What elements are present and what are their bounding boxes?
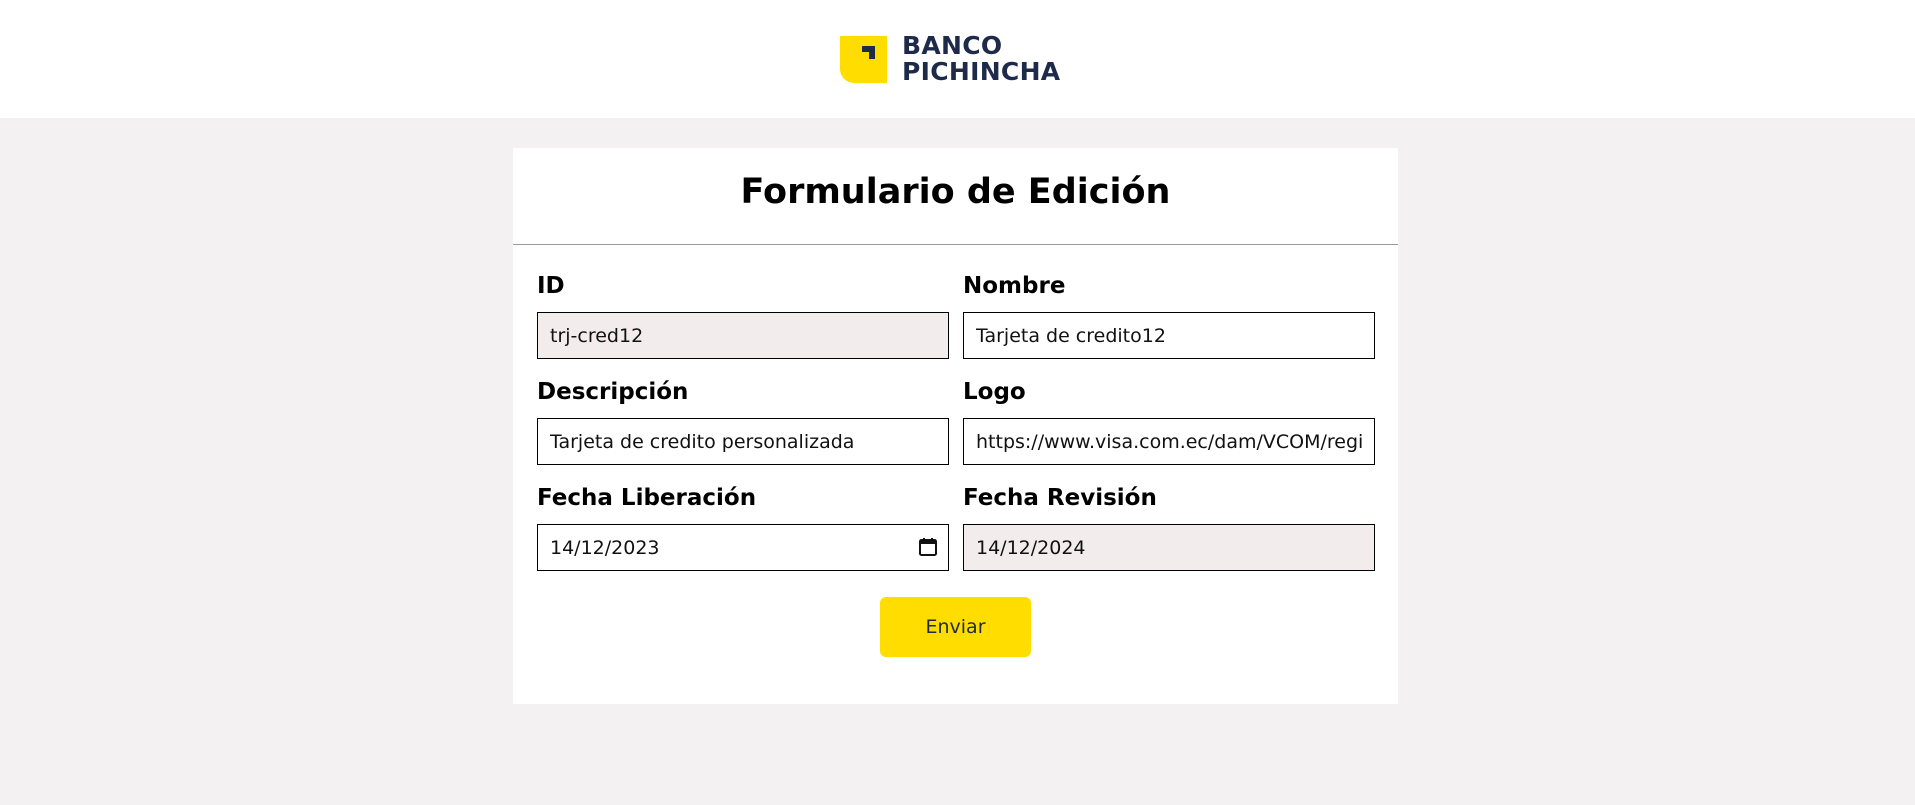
nombre-input-box	[963, 312, 1375, 359]
logo-mark-icon	[840, 35, 887, 83]
logo-label: Logo	[963, 379, 1026, 405]
fecha-revision-input-box	[963, 524, 1375, 571]
fecha-revision-input[interactable]	[964, 525, 1374, 570]
logo-field: Logo	[963, 378, 1375, 465]
descripcion-input-box	[537, 418, 949, 465]
edit-form-card: Formulario de Edición ID Nombre Descripc…	[513, 148, 1398, 704]
calendar-icon[interactable]	[918, 537, 938, 557]
fecha-liberacion-input[interactable]	[538, 525, 948, 570]
id-input-box	[537, 312, 949, 359]
nombre-field: Nombre	[963, 272, 1375, 359]
bank-logo[interactable]: BANCO PICHINCHA	[840, 33, 1060, 85]
page-header: BANCO PICHINCHA	[0, 0, 1915, 118]
logo-text: BANCO PICHINCHA	[902, 33, 1060, 85]
logo-input-box	[963, 418, 1375, 465]
submit-button[interactable]: Enviar	[880, 597, 1031, 657]
id-input[interactable]	[538, 313, 948, 358]
logo-text-line1: BANCO	[902, 31, 1003, 60]
fecha-liberacion-input-box	[537, 524, 949, 571]
descripcion-label: Descripción	[537, 379, 689, 405]
fecha-revision-field: Fecha Revisión	[963, 484, 1375, 571]
id-label: ID	[537, 273, 565, 299]
nombre-label: Nombre	[963, 273, 1066, 299]
title-divider	[513, 244, 1398, 245]
form-title: Formulario de Edición	[740, 172, 1171, 212]
nombre-input[interactable]	[964, 313, 1374, 358]
descripcion-input[interactable]	[538, 419, 948, 464]
logo-text-line2: PICHINCHA	[902, 57, 1061, 86]
fecha-revision-label: Fecha Revisión	[963, 485, 1157, 511]
logo-input[interactable]	[964, 419, 1374, 464]
fecha-liberacion-field: Fecha Liberación	[537, 484, 949, 571]
id-field: ID	[537, 272, 949, 359]
descripcion-field: Descripción	[537, 378, 949, 465]
fecha-liberacion-label: Fecha Liberación	[537, 485, 757, 511]
